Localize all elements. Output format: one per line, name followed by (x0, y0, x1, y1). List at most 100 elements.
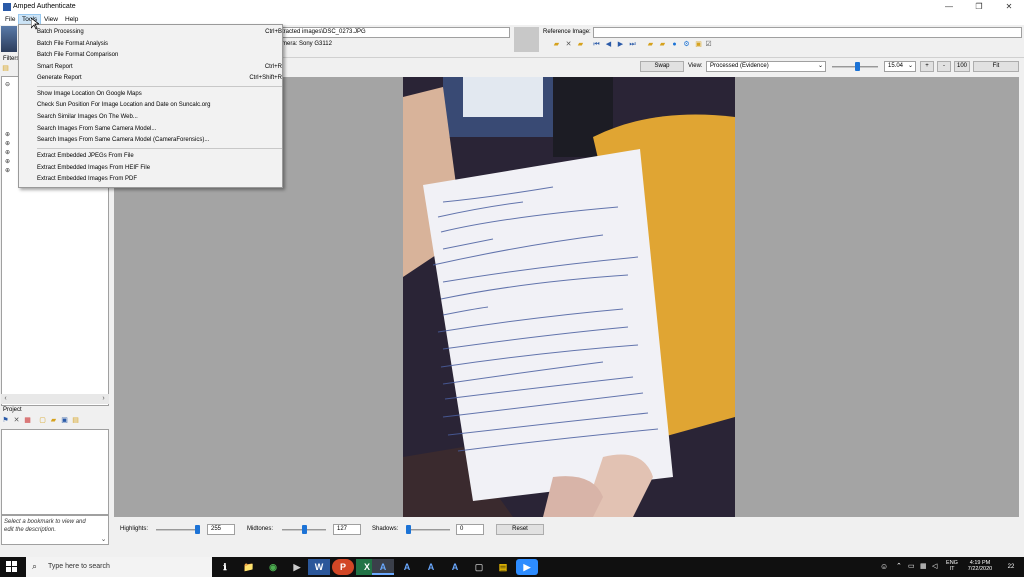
menu-item-batch-file-format-comparison[interactable]: Batch File Format Comparison (37, 50, 282, 61)
tree-expander-icon[interactable]: ⊕ (5, 140, 10, 148)
next-icon[interactable]: ▶ (616, 41, 625, 49)
tree-expander-icon[interactable]: ⊕ (5, 131, 10, 139)
zoom-slider-thumb[interactable] (854, 62, 860, 71)
view-select[interactable]: Processed (Evidence) ⌄ (706, 61, 826, 72)
midtones-slider-thumb[interactable] (301, 525, 307, 534)
powerpoint-icon[interactable]: P (332, 559, 354, 575)
menu-item-google-maps[interactable]: Show Image Location On Google Maps (37, 89, 282, 100)
zoom-in-button[interactable]: + (920, 61, 934, 72)
export-project-icon[interactable]: ▤ (71, 417, 80, 425)
menu-separator (37, 86, 282, 87)
highlights-slider-thumb[interactable] (195, 525, 200, 534)
language-indicator[interactable]: ENG IT (944, 560, 960, 572)
clock[interactable]: 4:19 PM 7/22/2020 (962, 560, 998, 572)
menu-item-batch-file-format-analysis[interactable]: Batch File Format Analysis (37, 39, 282, 50)
filter-icon[interactable]: ⚑ (1, 417, 10, 425)
sticky-notes-icon[interactable]: ▤ (492, 559, 514, 575)
zoom-value-field[interactable]: 15.04 ⌄ (884, 61, 916, 72)
reset-button[interactable]: Reset (496, 524, 544, 535)
close-button[interactable]: ✕ (994, 1, 1024, 13)
folder-search-icon[interactable]: ▰ (658, 41, 667, 49)
settings-icon[interactable]: ⚙ (682, 41, 691, 49)
menu-item-extract-jpegs[interactable]: Extract Embedded JPEGs From File (37, 151, 282, 162)
close-x-icon[interactable]: ✕ (564, 41, 573, 49)
expand-all-icon[interactable]: ▤ (1, 65, 10, 73)
file-explorer-icon[interactable]: 📁 (238, 559, 260, 575)
checklist-icon[interactable]: ☑ (704, 41, 713, 49)
tree-expander-icon[interactable]: ⊕ (5, 149, 10, 157)
amped-replay-icon[interactable]: A (444, 559, 466, 575)
shadows-slider-track[interactable] (406, 529, 450, 531)
menu-item-smart-report[interactable]: Smart Report Ctrl+R (37, 62, 282, 73)
menu-item-generate-report[interactable]: Generate Report Ctrl+Shift+R (37, 73, 282, 84)
amped-app-icon[interactable]: A (420, 559, 442, 575)
reference-image-field[interactable] (593, 27, 1022, 38)
menu-item-sun-position[interactable]: Check Sun Position For Image Location an… (37, 100, 282, 111)
zoom-100-button[interactable]: 100 (954, 61, 970, 72)
highlights-slider-track[interactable] (156, 529, 200, 531)
menu-item-search-same-camera[interactable]: Search Images From Same Camera Model... (37, 124, 282, 135)
open-folder-icon[interactable]: ▰ (552, 41, 561, 49)
shadows-value-field[interactable]: 0 (456, 524, 484, 535)
delete-icon[interactable]: ✕ (12, 417, 21, 425)
menu-item-extract-pdf[interactable]: Extract Embedded Images From PDF (37, 174, 282, 185)
evidence-path-field[interactable]: tracted images\DSC_0273.JPG (278, 27, 510, 38)
notification-center-icon[interactable]: 22 (1004, 561, 1018, 573)
menu-item-search-camera-forensics[interactable]: Search Images From Same Camera Model (Ca… (37, 135, 282, 146)
bookmark-description[interactable]: Select a bookmark to view and edit the d… (1, 515, 109, 545)
previous-icon[interactable]: ◀ (604, 41, 613, 49)
word-icon[interactable]: W (308, 559, 330, 575)
battery-icon[interactable]: ▭ (908, 562, 915, 570)
highlights-value-field[interactable]: 255 (207, 524, 235, 535)
save-project-icon[interactable]: ▣ (60, 417, 69, 425)
chrome-icon[interactable]: ◉ (262, 559, 284, 575)
horizontal-scrollbar[interactable]: ‹ › (1, 394, 109, 404)
folder-icon[interactable]: ▰ (576, 41, 585, 49)
menu-file[interactable]: File (2, 15, 18, 25)
scroll-left-icon[interactable]: ‹ (1, 395, 10, 403)
scroll-down-icon[interactable]: ⌄ (99, 536, 108, 544)
zoom-out-button[interactable]: - (937, 61, 951, 72)
midtones-value-field[interactable]: 127 (333, 524, 361, 535)
thumbnail-preview (1, 26, 17, 52)
amped-authenticate-icon[interactable]: A (372, 559, 394, 575)
new-project-icon[interactable]: ▢ (38, 417, 47, 425)
open-project-icon[interactable]: ▰ (49, 417, 58, 425)
menu-item-batch-processing[interactable]: Batch Processing Ctrl+B (37, 27, 282, 38)
windows-start-icon[interactable] (6, 561, 18, 573)
app-window-icon[interactable]: ▢ (468, 559, 490, 575)
menu-item-extract-heif[interactable]: Extract Embedded Images From HEIF File (37, 163, 282, 174)
menu-item-label: Extract Embedded JPEGs From File (37, 153, 134, 159)
title-bar: Amped Authenticate — ❐ ✕ (0, 0, 1024, 14)
amped-five-icon[interactable]: A (396, 559, 418, 575)
media-player-icon[interactable]: ▶ (286, 559, 308, 575)
tree-expander-icon[interactable]: ⊖ (5, 81, 10, 89)
network-icon[interactable]: ▦ (920, 562, 927, 570)
tools-menu: Batch Processing Ctrl+B Batch File Forma… (18, 24, 283, 188)
scroll-right-icon[interactable]: › (99, 395, 108, 403)
person-icon[interactable]: ☺ (880, 562, 888, 571)
menu-item-label: Batch File Format Comparison (37, 52, 119, 58)
first-icon[interactable]: ⏮ (592, 41, 601, 49)
taskbar-search-box[interactable]: ⌕ Type here to search (26, 557, 212, 577)
swap-button[interactable]: Swap (640, 61, 684, 72)
highlights-label: Highlights: (120, 526, 149, 532)
minimize-button[interactable]: — (934, 1, 964, 13)
chevron-up-icon[interactable]: ⌃ (896, 562, 902, 570)
volume-icon[interactable]: ◁ (932, 562, 937, 570)
tree-expander-icon[interactable]: ⊕ (5, 167, 10, 175)
project-list[interactable] (1, 429, 109, 515)
folder-add-icon[interactable]: ▰ (646, 41, 655, 49)
tree-expander-icon[interactable]: ⊕ (5, 158, 10, 166)
edit-icon[interactable]: ▦ (23, 417, 32, 425)
menu-item-search-similar-web[interactable]: Search Similar Images On The Web... (37, 112, 282, 123)
task-view-icon[interactable]: ℹ (214, 559, 236, 575)
last-icon[interactable]: ⏭ (628, 41, 637, 49)
bookmark-icon[interactable]: ▣ (694, 41, 703, 49)
restore-button[interactable]: ❐ (964, 1, 994, 13)
fit-button[interactable]: Fit (973, 61, 1019, 72)
globe-icon[interactable]: ● (670, 41, 679, 49)
shadows-slider-thumb[interactable] (406, 525, 411, 534)
zoom-app-icon[interactable]: ▶ (516, 559, 538, 575)
project-panel: Project ⚑ ✕ ▦ ▢ ▰ ▣ ▤ (0, 406, 110, 518)
